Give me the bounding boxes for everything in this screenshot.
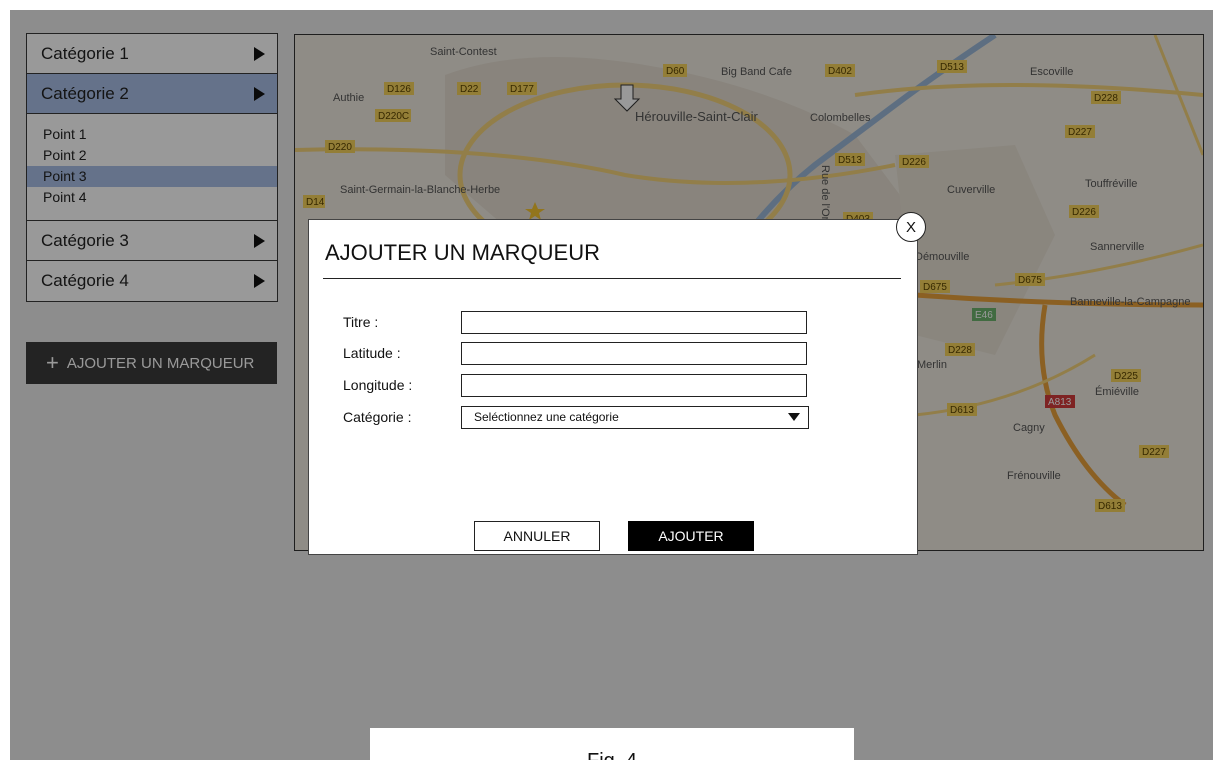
submit-button[interactable]: AJOUTER: [628, 521, 754, 551]
close-label: X: [905, 218, 916, 236]
figure-caption: Fig. 4: [370, 728, 854, 760]
latitude-input[interactable]: [461, 341, 807, 365]
latitude-label: Latitude :: [343, 345, 401, 361]
longitude-label: Longitude :: [343, 377, 413, 393]
categorie-row: Catégorie : Seléctionnez une catégorie: [343, 405, 809, 429]
categorie-selected-value: Seléctionnez une catégorie: [474, 410, 619, 424]
longitude-row: Longitude :: [343, 373, 807, 397]
add-marker-dialog: AJOUTER UN MARQUEUR Titre : Latitude : L…: [308, 219, 918, 555]
titre-row: Titre :: [343, 310, 807, 334]
categorie-select[interactable]: Seléctionnez une catégorie: [461, 405, 809, 429]
titre-label: Titre :: [343, 314, 379, 330]
titre-input[interactable]: [461, 310, 807, 334]
dropdown-arrow-icon: [788, 413, 800, 421]
cancel-button[interactable]: ANNULER: [474, 521, 600, 551]
categorie-label: Catégorie :: [343, 409, 412, 425]
longitude-input[interactable]: [461, 373, 807, 397]
app-stage: Catégorie 1 Catégorie 2 Point 1 Point 2 …: [10, 10, 1213, 760]
latitude-row: Latitude :: [343, 341, 807, 365]
dialog-title: AJOUTER UN MARQUEUR: [325, 240, 601, 265]
title-divider: [323, 278, 901, 279]
close-icon[interactable]: X: [896, 212, 926, 242]
